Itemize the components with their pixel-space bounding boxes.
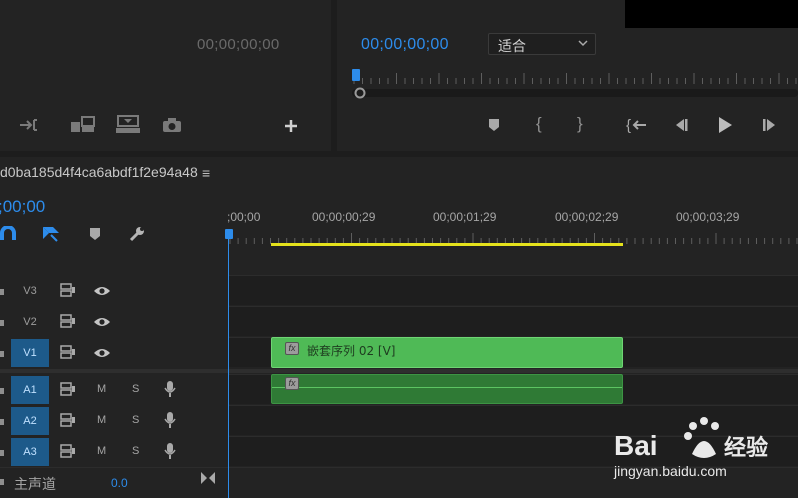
- audio-waveform: [272, 387, 622, 388]
- solo-button[interactable]: S: [132, 445, 139, 457]
- mute-button[interactable]: M: [97, 383, 106, 395]
- sync-lock-icon[interactable]: [60, 345, 76, 359]
- track-lock-icon[interactable]: [0, 479, 4, 485]
- track-target-a3[interactable]: A3: [11, 438, 49, 466]
- mark-out-icon[interactable]: }: [577, 114, 583, 134]
- eye-icon[interactable]: [93, 347, 111, 359]
- sequence-tab-title[interactable]: d0ba185d4f4ca6abdf1f2e94a48: [0, 164, 198, 180]
- step-back-icon[interactable]: [672, 117, 690, 133]
- chevron-down-icon: [578, 40, 588, 47]
- camera-icon[interactable]: [162, 117, 182, 133]
- microphone-icon[interactable]: [164, 411, 176, 429]
- insert-icon[interactable]: [18, 117, 40, 133]
- track-lock-icon[interactable]: [0, 320, 4, 326]
- zoom-handle-icon[interactable]: [354, 87, 366, 99]
- ruler-label: 00;00;02;29: [555, 210, 619, 224]
- ruler-label: 00;00;03;29: [676, 210, 740, 224]
- go-to-in-icon[interactable]: {: [626, 117, 648, 133]
- clip-name: 嵌套序列 02 [V]: [307, 344, 396, 358]
- add-button-icon[interactable]: [283, 118, 299, 134]
- timeline-timecode[interactable]: ;00;00: [0, 197, 45, 217]
- track-target-v3[interactable]: V3: [11, 277, 49, 305]
- track-target-a1[interactable]: A1: [11, 376, 49, 404]
- watermark-brand-cn: 经验: [724, 435, 768, 461]
- solo-button[interactable]: S: [132, 383, 139, 395]
- track-lock-icon[interactable]: [0, 351, 4, 357]
- export-frame-icon[interactable]: [116, 114, 140, 134]
- track-lane-v3[interactable]: [228, 275, 798, 305]
- sync-lock-icon[interactable]: [60, 382, 76, 396]
- track-target-v2[interactable]: V2: [11, 308, 49, 336]
- microphone-icon[interactable]: [164, 380, 176, 398]
- program-zoom-scrollbar[interactable]: [352, 89, 798, 97]
- fx-badge: fx: [285, 342, 299, 355]
- track-lock-icon[interactable]: [0, 289, 4, 295]
- linked-selection-icon[interactable]: [41, 225, 61, 243]
- sync-lock-icon[interactable]: [60, 444, 76, 458]
- master-track-label: 主声道: [14, 477, 56, 493]
- solo-button[interactable]: S: [132, 414, 139, 426]
- wrench-icon[interactable]: [128, 225, 146, 243]
- track-lock-icon[interactable]: [0, 388, 4, 394]
- mute-button[interactable]: M: [97, 445, 106, 457]
- track-target-v1[interactable]: V1: [11, 339, 49, 367]
- step-forward-icon[interactable]: [761, 117, 779, 133]
- ruler-label: ;00;00: [227, 210, 261, 224]
- play-icon[interactable]: [716, 116, 734, 134]
- ruler-label: 00;00;01;29: [433, 210, 497, 224]
- program-mini-ruler[interactable]: [352, 72, 798, 86]
- timeline-playhead-handle[interactable]: [225, 229, 233, 239]
- sync-lock-icon[interactable]: [60, 283, 76, 297]
- fx-badge: fx: [285, 377, 299, 390]
- sync-lock-icon[interactable]: [60, 314, 76, 328]
- panel-menu-icon[interactable]: ≡: [202, 165, 210, 181]
- watermark-brand: Bai: [614, 430, 658, 461]
- track-target-a2[interactable]: A2: [11, 407, 49, 435]
- source-timecode[interactable]: 00;00;00;00: [197, 36, 280, 53]
- svg-text:{: {: [626, 117, 631, 133]
- add-marker-icon[interactable]: [89, 227, 101, 241]
- overwrite-icon[interactable]: [70, 116, 96, 134]
- mute-button[interactable]: M: [97, 414, 106, 426]
- audio-clip-nested-sequence[interactable]: [271, 374, 623, 404]
- program-video-frame: [625, 0, 798, 28]
- master-volume-value[interactable]: 0.0: [111, 476, 128, 490]
- collapse-tracks-icon[interactable]: [200, 471, 216, 485]
- sync-lock-icon[interactable]: [60, 413, 76, 427]
- timeline-playhead-line[interactable]: [228, 234, 229, 498]
- eye-icon[interactable]: [93, 316, 111, 328]
- work-area-bar[interactable]: [271, 243, 623, 246]
- watermark-url: jingyan.baidu.com: [613, 463, 727, 479]
- add-marker-icon[interactable]: [487, 118, 501, 132]
- program-playhead[interactable]: [352, 69, 360, 81]
- fit-zoom-select[interactable]: 适合: [488, 33, 596, 55]
- track-lock-icon[interactable]: [0, 419, 4, 425]
- program-timecode[interactable]: 00;00;00;00: [361, 36, 449, 54]
- video-audio-divider[interactable]: [0, 369, 798, 373]
- mark-in-icon[interactable]: {: [536, 114, 542, 134]
- baidu-jingyan-watermark: Bai 经验 jingyan.baidu.com: [613, 417, 768, 479]
- microphone-icon[interactable]: [164, 442, 176, 460]
- eye-icon[interactable]: [93, 285, 111, 297]
- fit-zoom-value: 适合: [498, 39, 526, 55]
- track-lock-icon[interactable]: [0, 450, 4, 456]
- ruler-label: 00;00;00;29: [312, 210, 376, 224]
- track-lane-v2[interactable]: [228, 306, 798, 336]
- snap-icon[interactable]: [0, 226, 18, 242]
